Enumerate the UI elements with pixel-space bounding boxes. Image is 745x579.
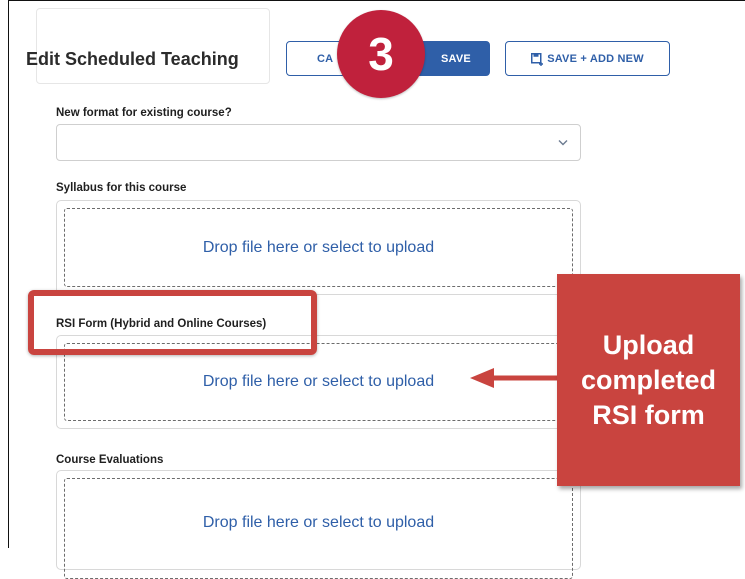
rsi-highlight-box [28,290,317,355]
arrow-left-icon [470,368,560,388]
evaluations-upload[interactable]: Drop file here or select to upload [56,470,581,579]
evaluations-label: Course Evaluations [56,454,164,466]
syllabus-label: Syllabus for this course [56,182,187,194]
syllabus-drop-text[interactable]: Drop file here or select to upload [203,239,434,257]
rsi-drop-text[interactable]: Drop file here or select to upload [203,373,434,391]
format-label: New format for existing course? [56,107,232,119]
callout-line-1: Upload [602,329,695,360]
page-title: Edit Scheduled Teaching [26,49,239,69]
evaluations-dropzone[interactable]: Drop file here or select to upload [64,478,573,579]
callout-line-2: completed [580,364,717,395]
evaluations-drop-text[interactable]: Drop file here or select to upload [203,514,434,532]
step-badge: 3 [337,10,425,98]
save-add-new-button[interactable]: SAVE + ADD NEW [505,41,670,76]
format-select[interactable] [56,124,581,161]
save-add-icon [531,52,544,66]
syllabus-dropzone[interactable]: Drop file here or select to upload [64,208,573,287]
save-add-new-label: SAVE + ADD NEW [547,52,644,65]
cancel-button-label: CA [317,52,334,65]
syllabus-upload[interactable]: Drop file here or select to upload [56,200,581,295]
background-panel [36,8,270,84]
chevron-down-icon [558,137,568,149]
annotation-callout: Upload completed RSI form [557,274,740,486]
callout-line-3: RSI form [592,399,705,430]
save-button-label: SAVE [441,52,471,65]
